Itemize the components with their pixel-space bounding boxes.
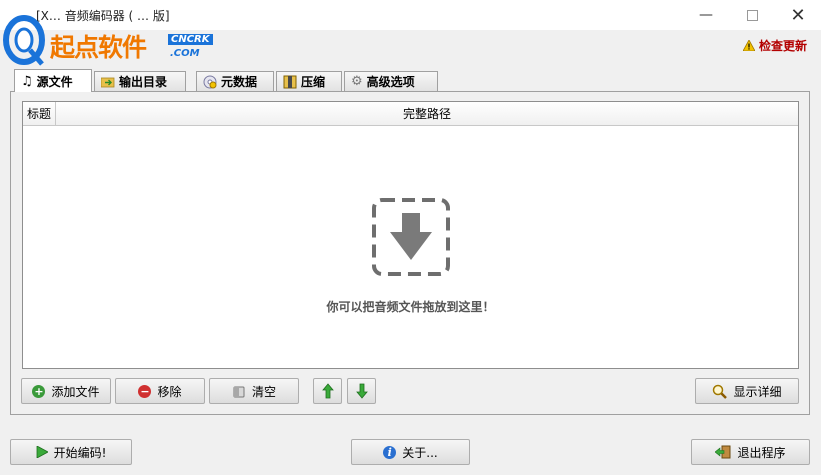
column-label: 完整路径 (402, 107, 451, 121)
minimize-button[interactable]: — (683, 0, 729, 30)
remove-button[interactable]: − 移除 (115, 378, 205, 404)
show-details-button[interactable]: 显示详细 (695, 378, 799, 404)
drop-hint: 你可以把音频文件拖放到这里！ (326, 300, 495, 314)
drop-download-icon (372, 198, 450, 276)
maximize-button[interactable] (729, 0, 775, 30)
watermark-brand: 起点软件 (50, 33, 147, 62)
move-up-button[interactable] (313, 378, 342, 404)
tab-label: 元数据 (221, 75, 258, 89)
tab-label: 高级选项 (366, 75, 415, 89)
tab-metadata[interactable]: 元数据 (196, 71, 274, 91)
column-header-path[interactable]: 完整路径 (56, 102, 798, 126)
button-label: 添加文件 (51, 384, 100, 399)
maximize-icon (746, 9, 758, 21)
magnifier-icon (713, 384, 728, 399)
watermark-logo: 起点软件 CNCRK .COM (0, 10, 213, 68)
play-icon (36, 446, 48, 458)
info-icon: i (383, 445, 397, 459)
move-down-button[interactable] (347, 378, 376, 404)
tab-output-dir[interactable]: 输出目录 (94, 71, 186, 91)
check-update-link[interactable]: 检查更新 (742, 37, 807, 54)
column-header-title[interactable]: 标题 (23, 102, 56, 126)
minimize-icon: — (699, 7, 713, 23)
tab-advanced[interactable]: ⚙ 高级选项 (344, 71, 438, 91)
button-label: 移除 (157, 384, 182, 399)
music-note-icon: ♫ (21, 73, 33, 89)
column-label: 标题 (26, 107, 51, 121)
compress-icon (283, 75, 297, 88)
arrow-down-icon (355, 383, 368, 399)
start-encoding-button[interactable]: 开始编码! (10, 439, 132, 465)
check-update-label: 检查更新 (758, 39, 807, 53)
minus-icon: − (138, 384, 152, 398)
tab-label: 源文件 (36, 74, 73, 89)
add-file-button[interactable]: + 添加文件 (21, 378, 111, 404)
exit-button[interactable]: 退出程序 (691, 439, 810, 465)
eraser-icon (233, 386, 245, 398)
button-label: 关于... (402, 445, 438, 460)
cd-icon (203, 75, 217, 88)
arrow-up-icon (321, 383, 334, 399)
button-label: 退出程序 (737, 445, 786, 460)
tab-label: 压缩 (301, 75, 326, 89)
gear-icon: ⚙ (351, 74, 363, 89)
tab-compression[interactable]: 压缩 (276, 71, 342, 91)
button-label: 清空 (251, 384, 276, 399)
close-button[interactable]: ✕ (775, 0, 821, 30)
warning-icon (742, 40, 755, 51)
close-icon: ✕ (790, 4, 806, 26)
plus-icon: + (32, 384, 46, 398)
button-label: 显示详细 (733, 384, 782, 399)
file-list[interactable]: 标题 完整路径 你可以把音频文件拖放到这里！ (22, 101, 799, 369)
tab-source-files[interactable]: ♫ 源文件 (14, 69, 92, 92)
watermark-domain: .COM (170, 48, 200, 59)
tab-label: 输出目录 (119, 75, 168, 89)
about-button[interactable]: i 关于... (351, 439, 470, 465)
clear-button[interactable]: 清空 (209, 378, 299, 404)
folder-arrow-icon (101, 77, 115, 87)
exit-door-icon (715, 445, 731, 459)
watermark-site: CNCRK (168, 34, 213, 45)
button-label: 开始编码! (53, 445, 107, 460)
